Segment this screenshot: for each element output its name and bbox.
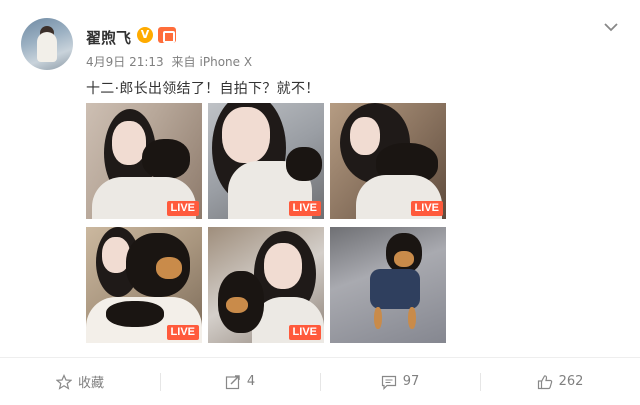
face-shape xyxy=(222,107,270,163)
post-meta: 4月9日 21:13 来自 iPhone X xyxy=(86,53,256,70)
like-count: 262 xyxy=(558,374,584,389)
vip-badge-icon xyxy=(158,27,176,43)
avatar[interactable] xyxy=(21,18,73,70)
source-prefix: 来自 xyxy=(171,55,196,69)
dog-leg-shape xyxy=(408,307,416,329)
dog-tan-shape xyxy=(394,251,414,267)
share-icon xyxy=(225,374,240,389)
chevron-down-icon[interactable] xyxy=(603,19,619,35)
live-badge: LIVE xyxy=(410,201,443,216)
post-text: 十二·郎长出领结了！自拍下？就不！ xyxy=(86,81,320,97)
photo-5[interactable]: LIVE xyxy=(208,227,324,343)
photo-3[interactable]: LIVE xyxy=(330,103,446,219)
weibo-post-card: 翟煦飞 V 4月9日 21:13 来自 iPhone X 十二·郎长出领结了！自拍… xyxy=(0,0,640,405)
source-device[interactable]: iPhone X xyxy=(200,55,253,69)
comment-button[interactable]: 97 xyxy=(320,358,480,405)
repost-button[interactable]: 4 xyxy=(160,358,320,405)
like-button[interactable]: 262 xyxy=(480,358,640,405)
photo-1[interactable]: LIVE xyxy=(86,103,202,219)
dog-coat-shape xyxy=(370,269,420,309)
live-badge: LIVE xyxy=(288,325,321,340)
face-shape xyxy=(264,243,302,289)
face-shape xyxy=(112,121,146,165)
comment-count: 97 xyxy=(402,374,420,389)
author-name[interactable]: 翟煦飞 xyxy=(86,27,131,48)
photo-grid: LIVE LIVE LIVE LIVE LIVE xyxy=(86,103,446,343)
verified-badge-icon: V xyxy=(137,27,153,43)
dog-shape xyxy=(286,147,322,181)
comment-icon xyxy=(381,375,396,390)
favorite-button[interactable]: 收藏 xyxy=(0,358,160,405)
face-shape xyxy=(350,117,380,155)
dog-body-shape xyxy=(106,301,164,327)
photo-4[interactable]: LIVE xyxy=(86,227,202,343)
photo-6[interactable] xyxy=(330,227,446,343)
post-timestamp[interactable]: 4月9日 21:13 xyxy=(86,55,164,69)
photo-2[interactable]: LIVE xyxy=(208,103,324,219)
dog-shape xyxy=(142,139,190,179)
dog-tan-shape xyxy=(226,297,248,313)
live-badge: LIVE xyxy=(166,325,199,340)
star-icon xyxy=(55,373,72,390)
repost-count: 4 xyxy=(246,374,256,389)
dog-tan-shape xyxy=(156,257,182,279)
live-badge: LIVE xyxy=(288,201,321,216)
action-bar: 收藏 4 97 262 xyxy=(0,358,640,405)
favorite-label: 收藏 xyxy=(77,376,104,391)
avatar-figure-body xyxy=(37,32,57,62)
thumbs-up-icon xyxy=(537,374,552,389)
dog-leg-shape xyxy=(374,307,382,329)
live-badge: LIVE xyxy=(166,201,199,216)
